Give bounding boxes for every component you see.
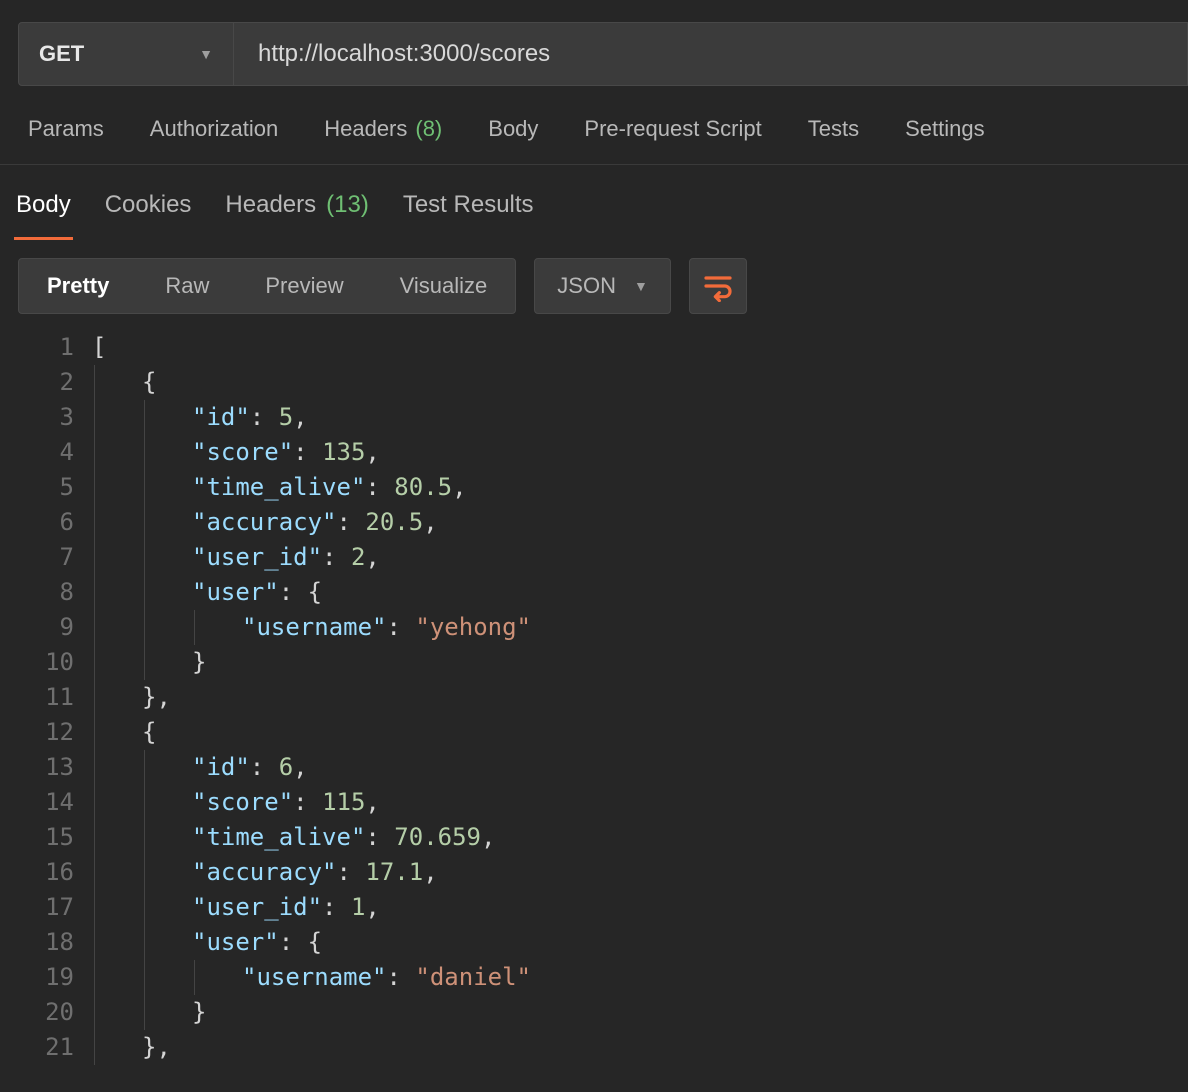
line-number: 11 (0, 680, 74, 715)
tab-authorization[interactable]: Authorization (150, 116, 278, 142)
http-method-select[interactable]: GET ▼ (18, 22, 234, 86)
code-line: }, (92, 1030, 1188, 1065)
code-line: "score": 115, (92, 785, 1188, 820)
code-line: } (92, 645, 1188, 680)
view-mode-raw[interactable]: Raw (137, 259, 237, 313)
tab-body[interactable]: Body (488, 116, 538, 142)
line-number: 18 (0, 925, 74, 960)
code-line: "id": 5, (92, 400, 1188, 435)
line-number: 6 (0, 505, 74, 540)
line-number: 20 (0, 995, 74, 1030)
line-number: 4 (0, 435, 74, 470)
line-number: 9 (0, 610, 74, 645)
line-number: 19 (0, 960, 74, 995)
response-format-value: JSON (557, 273, 616, 299)
line-number: 1 (0, 330, 74, 365)
response-headers-count: (13) (326, 191, 369, 222)
line-number: 16 (0, 855, 74, 890)
word-wrap-icon (702, 270, 734, 302)
tab-tests[interactable]: Tests (808, 116, 859, 142)
response-tabs: Body Cookies Headers (13) Test Results (0, 165, 1188, 240)
line-number: 15 (0, 820, 74, 855)
tab-params[interactable]: Params (28, 116, 104, 142)
code-line: "user": { (92, 575, 1188, 610)
line-number: 21 (0, 1030, 74, 1065)
view-mode-preview[interactable]: Preview (237, 259, 371, 313)
code-line: "accuracy": 20.5, (92, 505, 1188, 540)
request-url-value: http://localhost:3000/scores (258, 40, 550, 68)
line-number: 3 (0, 400, 74, 435)
line-number: 17 (0, 890, 74, 925)
code-line: { (92, 365, 1188, 400)
request-headers-count: (8) (415, 116, 442, 142)
line-number: 10 (0, 645, 74, 680)
line-number: 2 (0, 365, 74, 400)
code-line: "username": "daniel" (92, 960, 1188, 995)
response-tab-test-results[interactable]: Test Results (401, 187, 536, 240)
request-tabs: Params Authorization Headers (8) Body Pr… (0, 86, 1188, 165)
code-line: "score": 135, (92, 435, 1188, 470)
code-line: "accuracy": 17.1, (92, 855, 1188, 890)
view-mode-visualize[interactable]: Visualize (372, 259, 516, 313)
tab-prerequest-script[interactable]: Pre-request Script (584, 116, 761, 142)
chevron-down-icon: ▼ (634, 278, 648, 294)
chevron-down-icon: ▼ (199, 46, 213, 62)
http-method-value: GET (39, 41, 84, 67)
line-number: 14 (0, 785, 74, 820)
line-number: 5 (0, 470, 74, 505)
code-line: "username": "yehong" (92, 610, 1188, 645)
word-wrap-button[interactable] (689, 258, 747, 314)
line-number: 13 (0, 750, 74, 785)
code-lines: [{"id": 5,"score": 135,"time_alive": 80.… (92, 330, 1188, 1065)
tab-headers[interactable]: Headers (8) (324, 116, 442, 142)
code-line: "user_id": 2, (92, 540, 1188, 575)
view-mode-pretty[interactable]: Pretty (19, 259, 137, 313)
code-line: }, (92, 680, 1188, 715)
response-tab-body[interactable]: Body (14, 187, 73, 240)
response-view-controls: Pretty Raw Preview Visualize JSON ▼ (0, 240, 1188, 326)
response-body-editor[interactable]: 123456789101112131415161718192021 [{"id"… (0, 326, 1188, 1065)
code-line: { (92, 715, 1188, 750)
response-format-select[interactable]: JSON ▼ (534, 258, 671, 314)
line-number: 7 (0, 540, 74, 575)
response-tab-headers[interactable]: Headers (13) (223, 187, 370, 240)
code-line: "user": { (92, 925, 1188, 960)
code-line: "time_alive": 70.659, (92, 820, 1188, 855)
line-number: 12 (0, 715, 74, 750)
code-line: [ (92, 330, 1188, 365)
response-tab-cookies[interactable]: Cookies (103, 187, 194, 240)
line-number: 8 (0, 575, 74, 610)
request-url-bar: GET ▼ http://localhost:3000/scores (0, 0, 1188, 86)
request-url-input[interactable]: http://localhost:3000/scores (234, 22, 1188, 86)
line-number-gutter: 123456789101112131415161718192021 (0, 330, 92, 1065)
code-line: "time_alive": 80.5, (92, 470, 1188, 505)
code-line: } (92, 995, 1188, 1030)
code-line: "id": 6, (92, 750, 1188, 785)
view-mode-segment: Pretty Raw Preview Visualize (18, 258, 516, 314)
code-line: "user_id": 1, (92, 890, 1188, 925)
tab-settings[interactable]: Settings (905, 116, 985, 142)
